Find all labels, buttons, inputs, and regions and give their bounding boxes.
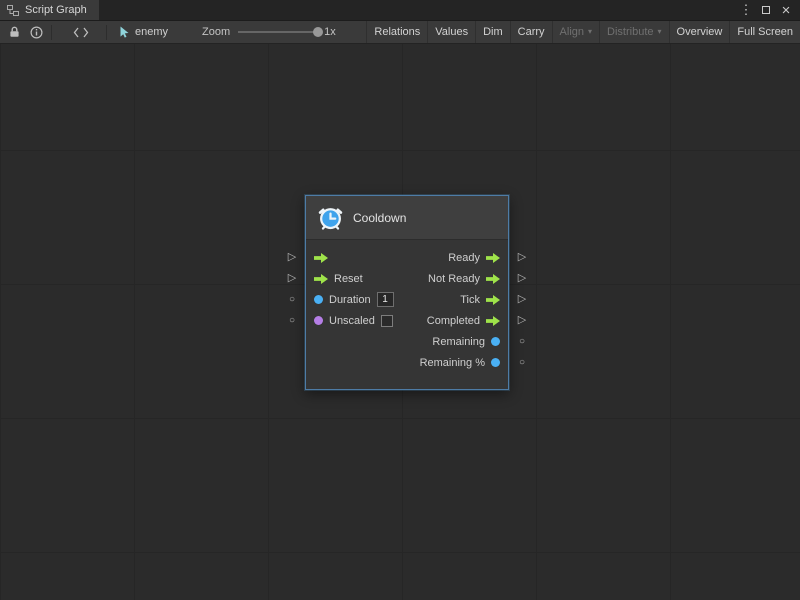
port-label: Completed [427, 315, 480, 327]
port-label: Ready [448, 252, 480, 264]
port-row: Reset Not Ready [306, 268, 508, 289]
duration-input-port[interactable]: Duration [314, 292, 394, 307]
lock-icon[interactable] [3, 21, 25, 44]
flow-input-port[interactable] [314, 253, 328, 263]
flow-arrow-icon [486, 295, 500, 305]
overview-button[interactable]: Overview [669, 21, 730, 43]
port-label: Remaining [432, 336, 485, 348]
not-ready-output-port[interactable]: Not Ready [428, 273, 500, 285]
graph-reference[interactable]: enemy [119, 26, 168, 38]
reset-input-port[interactable]: Reset [314, 273, 363, 285]
port-label: Reset [334, 273, 363, 285]
distribute-dropdown-button[interactable]: Distribute [599, 21, 668, 43]
port-row: Unscaled Completed [306, 310, 508, 331]
lock-glyph [9, 26, 20, 38]
code-view-icon[interactable] [70, 21, 92, 44]
tick-output-connector-icon[interactable] [514, 289, 530, 310]
duration-input-connector-icon[interactable] [284, 289, 300, 310]
value-port-icon [491, 358, 500, 367]
port-row: Duration Tick [306, 289, 508, 310]
remaining-output-port[interactable]: Remaining [432, 336, 500, 348]
not-ready-output-connector-icon[interactable] [514, 268, 530, 289]
unscaled-input-port[interactable]: Unscaled [314, 315, 393, 327]
cooldown-node[interactable]: Cooldown Ready Reset [305, 195, 509, 390]
unscaled-checkbox[interactable] [381, 315, 393, 327]
info-icon[interactable] [25, 21, 47, 44]
window-controls [738, 0, 800, 20]
node-body: Ready Reset Not Ready Durati [306, 240, 508, 389]
duration-value-field[interactable] [377, 292, 394, 307]
toolbar-divider [106, 25, 107, 40]
zoom-slider[interactable] [238, 31, 320, 33]
pointer-icon [119, 26, 130, 38]
remaining-percent-output-connector-icon[interactable] [514, 352, 530, 373]
window-menu-icon[interactable] [738, 2, 754, 18]
graph-canvas[interactable]: Cooldown Ready Reset [0, 44, 800, 600]
graph-name-label: enemy [135, 26, 168, 38]
graph-toolbar: enemy Zoom 1x Relations Values Dim Carry… [0, 21, 800, 44]
port-label: Not Ready [428, 273, 480, 285]
node-title: Cooldown [353, 211, 406, 225]
completed-output-connector-icon[interactable] [514, 310, 530, 331]
toolbar-buttons: Relations Values Dim Carry Align Distrib… [366, 21, 800, 43]
values-button[interactable]: Values [427, 21, 475, 43]
carry-button[interactable]: Carry [510, 21, 552, 43]
unscaled-input-connector-icon[interactable] [284, 310, 300, 331]
input-connectors [284, 247, 300, 331]
tab-script-graph[interactable]: Script Graph [0, 0, 99, 20]
tab-label: Script Graph [25, 4, 87, 16]
port-row: Ready [306, 247, 508, 268]
port-label: Remaining % [420, 357, 485, 369]
ready-output-port[interactable]: Ready [448, 252, 500, 264]
dim-button[interactable]: Dim [475, 21, 510, 43]
window-titlebar: Script Graph [0, 0, 800, 21]
remaining-percent-output-port[interactable]: Remaining % [420, 357, 500, 369]
flow-input-connector-icon[interactable] [284, 247, 300, 268]
flow-arrow-icon [314, 253, 328, 263]
toolbar-divider [51, 25, 52, 40]
relations-button[interactable]: Relations [366, 21, 427, 43]
port-row: Remaining % [306, 352, 508, 373]
node-header[interactable]: Cooldown [306, 196, 508, 240]
flow-arrow-icon [314, 274, 328, 284]
info-glyph [30, 26, 43, 39]
remaining-output-connector-icon[interactable] [514, 331, 530, 352]
output-connectors [514, 247, 530, 373]
value-port-icon [491, 337, 500, 346]
close-icon[interactable] [778, 2, 794, 18]
zoom-label: Zoom [202, 26, 230, 38]
port-row: Remaining [306, 331, 508, 352]
ready-output-connector-icon[interactable] [514, 247, 530, 268]
script-graph-icon [7, 5, 19, 16]
fullscreen-button[interactable]: Full Screen [729, 21, 800, 43]
flow-arrow-icon [486, 316, 500, 326]
port-label: Duration [329, 294, 371, 306]
zoom-value: 1x [324, 26, 336, 38]
align-dropdown-button[interactable]: Align [552, 21, 599, 43]
alarm-clock-icon [317, 204, 344, 231]
maximize-icon[interactable] [758, 2, 774, 18]
value-port-icon [314, 295, 323, 304]
port-label: Unscaled [329, 315, 375, 327]
flow-arrow-icon [486, 253, 500, 263]
code-glyph [73, 27, 89, 38]
port-label: Tick [460, 294, 480, 306]
reset-input-connector-icon[interactable] [284, 268, 300, 289]
zoom-slider-handle[interactable] [313, 27, 323, 37]
tick-output-port[interactable]: Tick [460, 294, 500, 306]
flow-arrow-icon [486, 274, 500, 284]
completed-output-port[interactable]: Completed [427, 315, 500, 327]
value-port-icon [314, 316, 323, 325]
